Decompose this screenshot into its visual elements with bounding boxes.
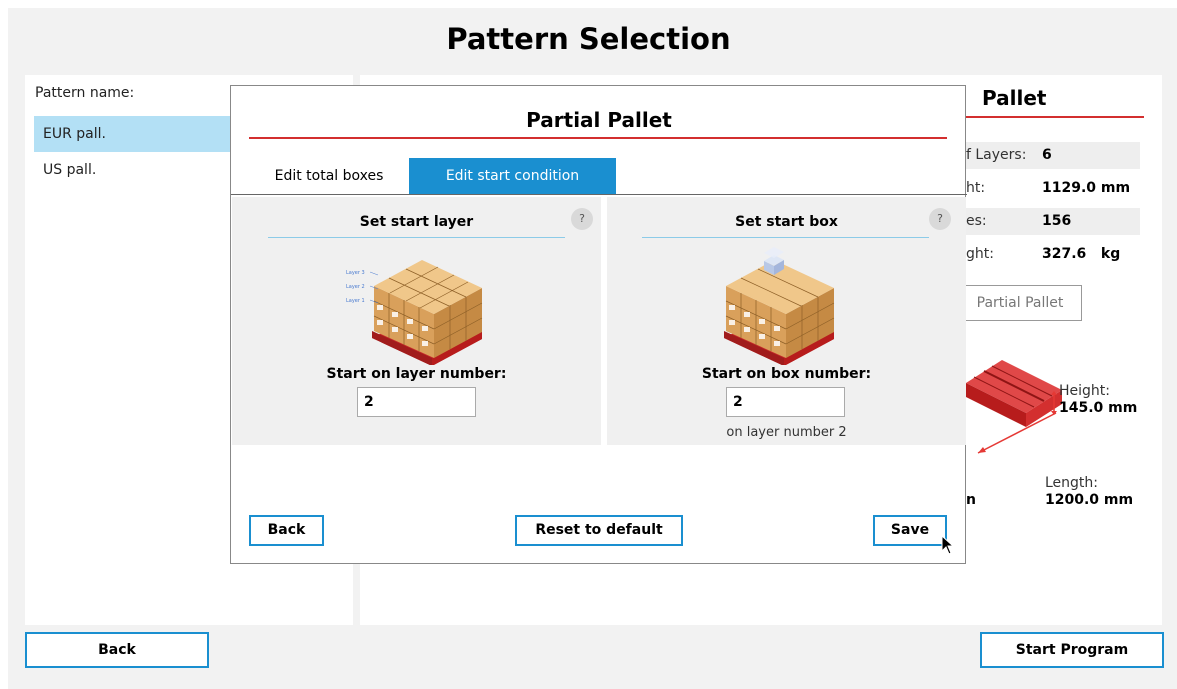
info-row-height: ht: 1129.0 mm [966,175,1140,202]
info-key: ht: [966,180,986,196]
pallet-length-dimension: Length: 1200.0 mm [1045,475,1133,509]
info-value: 1129.0 mm [1042,180,1131,196]
pattern-item-us[interactable]: US pall. [34,152,253,188]
partial-pallet-dialog: Partial Pallet Edit total boxes Edit sta… [230,85,967,564]
truncated-unit: n [966,492,976,508]
reset-to-default-button[interactable]: Reset to default [515,515,683,546]
dialog-back-button[interactable]: Back [249,515,324,546]
length-value: 1200.0 mm [1045,492,1134,508]
dialog-title: Partial Pallet [526,108,672,132]
pattern-name-label: Pattern name: [35,85,135,101]
height-value: 145.0 mm [1059,400,1138,416]
start-layer-divider [268,237,565,238]
start-layer-title: Set start layer [359,214,474,230]
layer-tag: Layer 2 [346,284,365,290]
back-button[interactable]: Back [25,632,209,668]
info-row-weight: ght: 327.6 kg [966,241,1140,268]
help-icon[interactable]: ? [929,208,951,230]
dialog-title-divider [249,137,947,139]
page-title: Pattern Selection [446,22,731,56]
layered-pallet-illustration: Layer 3 Layer 2 Layer 1 [346,260,483,365]
info-key: f Layers: [966,147,1027,163]
tab-edit-start-condition[interactable]: Edit start condition [409,158,616,195]
save-button[interactable]: Save [873,515,947,546]
start-layer-label: Start on layer number: [326,366,507,382]
tabs-divider [231,194,967,195]
pallet-illustration [966,360,1062,454]
info-row-layers: f Layers: 6 [966,142,1140,169]
info-row-boxes: es: 156 [966,208,1140,235]
length-label: Length: [1045,475,1099,491]
help-icon[interactable]: ? [571,208,593,230]
start-layer-panel: Set start layer ? Layer 3 Layer 2 Layer … [232,197,601,445]
pallet-section-title: Pallet [982,86,1047,110]
start-box-input[interactable]: 2 [726,387,845,417]
start-box-panel: Set start box ? Start on box number: 2 o… [607,197,966,445]
pattern-item-label: EUR pall. [43,126,106,142]
layer-tag: Layer 1 [346,298,365,304]
info-value: 327.6 kg [1042,246,1121,262]
pattern-item-eur[interactable]: EUR pall. [34,116,253,152]
start-box-label: Start on box number: [701,366,872,382]
truncated-dimension-text: n [966,492,976,509]
start-box-layer-note: on layer number 2 [726,425,847,440]
mouse-cursor-icon [941,535,955,555]
start-program-button[interactable]: Start Program [980,632,1164,668]
info-key: ght: [966,246,994,262]
info-value: 6 [1042,147,1052,163]
info-key: es: [966,213,987,229]
start-box-title: Set start box [735,214,838,230]
start-layer-input[interactable]: 2 [357,387,476,417]
start-box-divider [642,237,929,238]
tab-edit-total-boxes[interactable]: Edit total boxes [249,158,409,195]
info-value: 156 [1042,213,1072,229]
box-pallet-illustration [724,247,835,365]
layer-tag: Layer 3 [346,270,365,276]
partial-pallet-button[interactable]: Partial Pallet [958,285,1082,321]
pattern-item-label: US pall. [43,162,97,178]
pallet-title-divider [966,116,1144,118]
height-label: Height: [1059,383,1110,399]
pallet-height-dimension: Height: 145.0 mm [1059,383,1137,417]
